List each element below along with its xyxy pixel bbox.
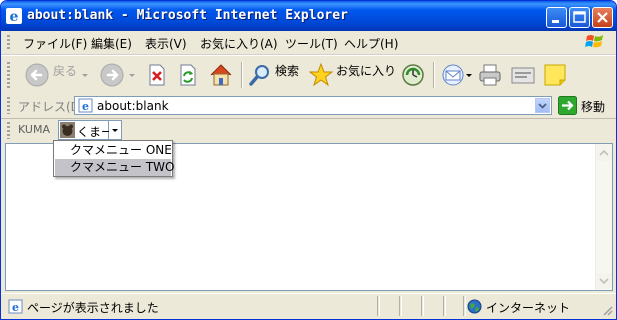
history-icon[interactable]	[400, 62, 426, 88]
linksbar-grip[interactable]	[7, 122, 10, 139]
status-text: ページが表示されました	[27, 301, 159, 315]
status-divider	[443, 296, 446, 316]
status-bar: e ページが表示されました インターネット	[1, 293, 616, 319]
status-divider	[421, 296, 424, 316]
scroll-down-icon	[599, 278, 609, 285]
status-divider	[399, 296, 402, 316]
links-bar-label: KUMA	[18, 123, 50, 136]
standard-toolbar: 戻る 検索 お気に入り	[1, 55, 616, 95]
ie-logo-icon: e	[6, 8, 22, 24]
discuss-note-icon[interactable]	[542, 62, 568, 88]
mail-dropdown-icon[interactable]	[465, 62, 473, 88]
page-done-icon: e	[8, 299, 23, 314]
kuma-dropdown-menu: クマメニュー ONE クマメニュー TWO	[53, 140, 174, 177]
print-icon[interactable]	[477, 62, 503, 88]
resize-grip-icon[interactable]	[601, 304, 613, 316]
menu-bar: ファイル(F) 編集(E) 表示(V) お気に入り(A) ツール(T) ヘルプ(…	[1, 31, 616, 55]
vertical-scrollbar[interactable]	[595, 144, 612, 290]
windows-flag-icon	[585, 35, 603, 48]
back-label[interactable]: 戻る	[53, 62, 77, 79]
scroll-down-button[interactable]	[596, 273, 612, 289]
toolbar-separator	[433, 62, 435, 88]
back-dropdown-icon[interactable]	[81, 62, 89, 88]
refresh-icon[interactable]	[176, 62, 200, 88]
security-zone: インターネット	[486, 301, 571, 315]
svg-text:e: e	[12, 301, 19, 314]
status-divider	[377, 296, 380, 316]
address-dropdown-button[interactable]	[535, 98, 550, 113]
chevron-down-icon	[112, 129, 118, 132]
menubar-grip[interactable]	[7, 35, 10, 50]
search-icon[interactable]	[248, 62, 272, 88]
window-title: about:blank - Microsoft Internet Explore…	[27, 8, 348, 23]
addressbar-grip[interactable]	[7, 97, 10, 114]
go-label[interactable]: 移動	[581, 98, 605, 115]
kuma-dropdown-button[interactable]	[109, 120, 122, 140]
menu-help[interactable]: ヘルプ(H)	[344, 35, 398, 52]
close-icon	[597, 12, 608, 23]
bear-icon	[60, 122, 75, 138]
page-icon: e	[78, 98, 93, 113]
forward-dropdown-icon[interactable]	[128, 62, 136, 88]
minimize-button[interactable]	[546, 7, 567, 28]
address-bar: アドレス(D) e about:blank 移動	[1, 94, 616, 119]
address-value: about:blank	[97, 99, 169, 113]
menu-item-kuma-one[interactable]: クマメニュー ONE	[55, 142, 172, 159]
menu-view[interactable]: 表示(V)	[145, 35, 187, 52]
toolbar-separator	[241, 62, 243, 88]
menu-edit[interactable]: 編集(E)	[91, 35, 132, 52]
edit-icon[interactable]	[510, 62, 536, 88]
kuma-button[interactable]: くまー	[58, 120, 113, 140]
menu-favorites[interactable]: お気に入り(A)	[200, 35, 278, 52]
go-arrow-icon[interactable]	[558, 96, 577, 115]
scroll-up-button[interactable]	[596, 145, 612, 161]
address-input[interactable]: e about:blank	[74, 96, 552, 115]
favorites-label[interactable]: お気に入り	[336, 62, 396, 79]
maximize-button[interactable]	[569, 7, 590, 28]
back-arrow-icon[interactable]	[24, 62, 50, 88]
menu-file[interactable]: ファイル(F)	[23, 35, 87, 52]
toolbar-grip[interactable]	[7, 62, 10, 88]
favorites-star-icon[interactable]	[309, 62, 333, 88]
minimize-icon	[552, 20, 559, 23]
close-button[interactable]	[592, 7, 613, 28]
kuma-button-label: くまー	[77, 125, 114, 139]
title-bar[interactable]: e about:blank - Microsoft Internet Explo…	[1, 1, 616, 31]
status-divider	[463, 296, 466, 316]
menu-item-kuma-two[interactable]: クマメニュー TWO	[55, 159, 174, 176]
svg-text:e: e	[10, 9, 19, 24]
forward-arrow-icon[interactable]	[99, 62, 125, 88]
search-label[interactable]: 検索	[275, 62, 299, 79]
svg-text:e: e	[82, 100, 89, 113]
maximize-icon	[573, 11, 586, 23]
mail-icon[interactable]	[441, 62, 465, 88]
home-icon[interactable]	[208, 62, 234, 88]
stop-icon[interactable]	[145, 62, 169, 88]
chevron-down-icon	[538, 103, 547, 109]
scroll-up-icon	[599, 149, 609, 156]
links-bar: KUMA くまー	[1, 119, 616, 142]
globe-icon	[467, 299, 482, 314]
menu-tools[interactable]: ツール(T)	[285, 35, 338, 52]
